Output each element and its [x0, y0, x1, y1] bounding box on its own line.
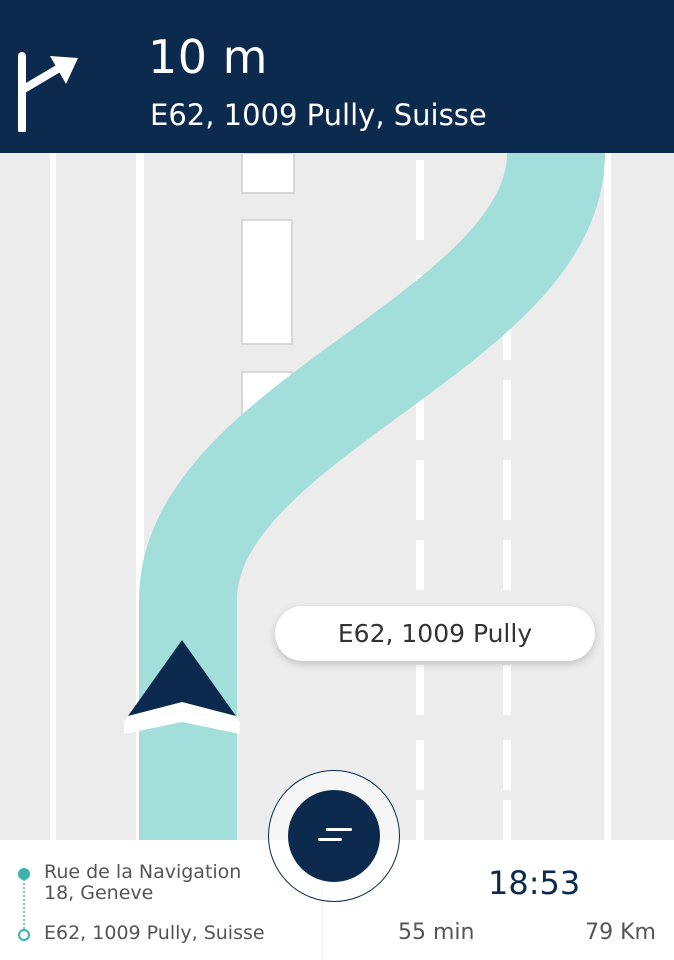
- trip-duration: 55 min: [398, 920, 475, 945]
- maneuver-street: E62, 1009 Pully, Suisse: [150, 98, 487, 132]
- lane-edge-left: [50, 153, 56, 853]
- trip-distance: 79 Km: [585, 920, 656, 945]
- menu-icon: [318, 828, 352, 841]
- dashed-lane-1: [416, 160, 424, 840]
- menu-button[interactable]: [288, 790, 380, 882]
- instruction-header: 10 m E62, 1009 Pully, Suisse: [0, 0, 674, 153]
- route-connector: [23, 876, 25, 932]
- lane-dash: [241, 152, 295, 194]
- origin-address: Rue de la Navigation 18, Geneve: [44, 861, 242, 904]
- destination-address: E62, 1009 Pully, Suisse: [44, 922, 265, 944]
- maneuver-distance: 10 m: [148, 30, 268, 84]
- dashed-lane-2: [503, 300, 511, 840]
- arrival-time: 18:53: [488, 864, 581, 902]
- lane-dash: [241, 219, 293, 345]
- destination-dot-icon: [18, 929, 30, 941]
- lane-edge-right: [604, 153, 611, 853]
- road-name-label: E62, 1009 Pully: [275, 606, 595, 661]
- origin-dot-icon: [18, 868, 30, 880]
- current-location-marker-icon: [124, 640, 240, 734]
- turn-right-arrow-icon: [18, 52, 78, 132]
